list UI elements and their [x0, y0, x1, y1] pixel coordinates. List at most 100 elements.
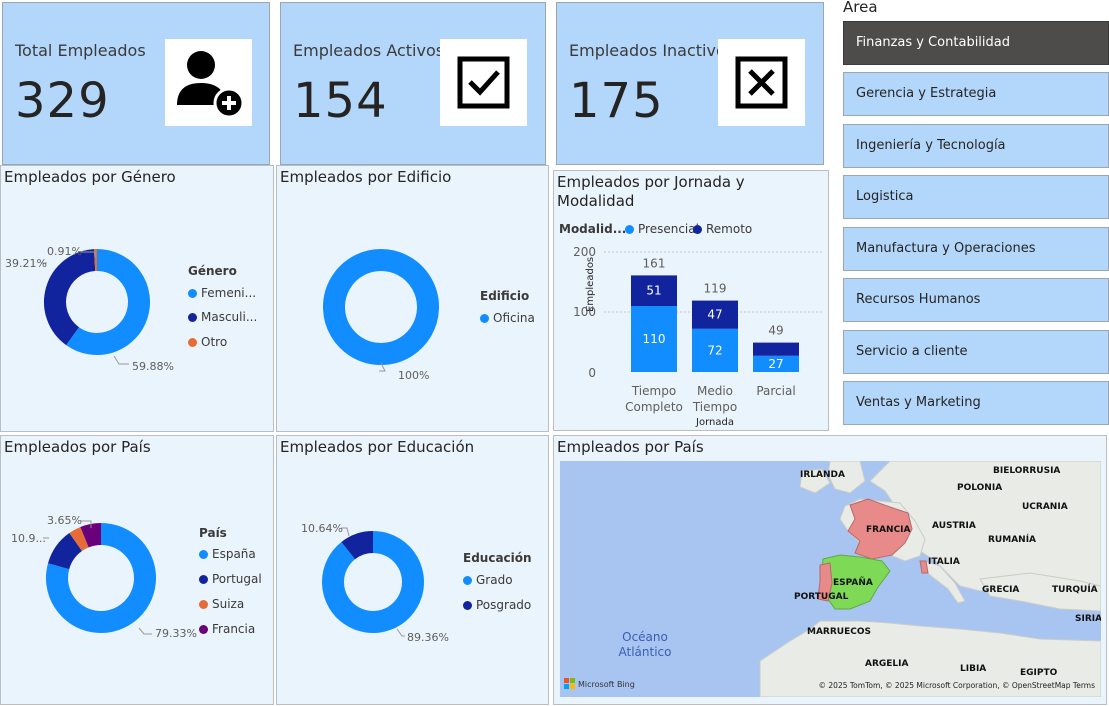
bar-label-total: 161	[643, 256, 666, 270]
panel-title: Empleados por País	[557, 438, 704, 457]
kpi-title: Empleados Activos	[293, 41, 444, 60]
area-slicer-item[interactable]: Finanzas y Contabilidad	[843, 21, 1109, 65]
area-slicer-item[interactable]: Recursos Humanos	[843, 278, 1109, 322]
legend-label: Oficina	[493, 311, 535, 325]
kpi-title: Empleados Inactivos	[569, 41, 734, 60]
map-label-bielorrusia: BIELORRUSIA	[993, 466, 1060, 476]
map-label-atlantico: Atlántico	[619, 645, 672, 659]
y-tick: 100	[573, 305, 596, 319]
map-label-ucrania: UCRANIA	[1022, 502, 1068, 512]
y-tick: 0	[588, 366, 596, 380]
donut-slice-oficina[interactable]	[334, 260, 428, 354]
map-label-oceano: Océano	[622, 630, 668, 644]
panel-genero: Empleados por Género 59.88% 39.21% 0.91%…	[0, 165, 274, 432]
donut-slice-portugal[interactable]	[59, 542, 76, 566]
legend-label: Grado	[476, 573, 513, 587]
kpi-card-inactivos: Empleados Inactivos 175	[556, 2, 824, 165]
map-label-argelia: ARGELIA	[865, 659, 909, 669]
checkbox-x-icon	[718, 39, 805, 126]
map-label-francia: FRANCIA	[866, 525, 911, 535]
map-view[interactable]: IRLANDA BIELORRUSIA POLONIA UCRANIA FRAN…	[560, 461, 1101, 697]
panel-educacion: Empleados por Educación 89.36% 10.64% Ed…	[276, 435, 549, 705]
legend-item-francia[interactable]: Francia	[199, 622, 255, 636]
map-label-marruecos: MARRUECOS	[807, 627, 871, 637]
donut-slice-masculino[interactable]	[55, 260, 95, 336]
legend-dot	[463, 601, 472, 610]
legend-label: Portugal	[212, 572, 262, 586]
bar-label-presencial: 110	[643, 332, 666, 346]
legend-title: Educación	[463, 551, 532, 565]
legend-item-oficina[interactable]: Oficina	[480, 311, 535, 325]
legend-label: Otro	[201, 335, 227, 349]
map-label-polonia: POLONIA	[957, 483, 1002, 493]
bar-label-presencial: 72	[707, 343, 722, 357]
label-grado: 89.36%	[407, 631, 449, 644]
area-slicer-item[interactable]: Logistica	[843, 175, 1109, 219]
label-espana: 79.33%	[155, 627, 197, 640]
microsoft-logo-icon	[564, 678, 575, 689]
legend-label: Francia	[212, 622, 255, 636]
panel-edificio: Empleados por Edificio 100% Edificio Ofi…	[276, 165, 549, 432]
bar-label-remoto: 51	[646, 284, 661, 298]
x-tick-medio: MedioTiempo	[692, 384, 737, 414]
kpi-value: 154	[293, 73, 388, 129]
jornada-bar-chart[interactable]: Empleados 200 100 0 1105116172471192749 …	[554, 171, 830, 432]
legend-item-masculino[interactable]: Masculi...	[188, 310, 257, 324]
legend-item-posgrado[interactable]: Posgrado	[463, 598, 531, 612]
area-slicer-item[interactable]: Manufactura y Operaciones	[843, 227, 1109, 271]
map-label-grecia: GRECIA	[982, 585, 1019, 595]
pais-donut[interactable]: 79.33% 10.9... 3.65%	[1, 436, 275, 706]
legend-item-grado[interactable]: Grado	[463, 573, 513, 587]
legend-item-espana[interactable]: España	[199, 547, 256, 561]
legend-dot	[480, 314, 489, 323]
label-oficina: 100%	[398, 369, 429, 382]
label-masculino: 39.21%	[5, 257, 47, 270]
area-slicer-item[interactable]: Ventas y Marketing	[843, 381, 1109, 425]
kpi-card-activos: Empleados Activos 154	[280, 2, 546, 165]
legend-item-otro[interactable]: Otro	[188, 335, 227, 349]
legend-title: Edificio	[480, 289, 529, 303]
legend-dot	[199, 600, 208, 609]
map-label-espana: ESPAÑA	[833, 577, 873, 588]
legend-label: España	[212, 547, 256, 561]
area-slicer-item[interactable]: Ingeniería y Tecnología	[843, 124, 1109, 168]
map-label-portugal: PORTUGAL	[794, 592, 849, 602]
donut-slice-grado[interactable]	[333, 542, 413, 622]
donut-slice-suiza[interactable]	[76, 537, 85, 542]
kpi-value: 175	[569, 73, 664, 129]
kpi-card-total: Total Empleados 329	[2, 2, 270, 165]
map-switzerland-region[interactable]	[920, 561, 928, 573]
kpi-value: 329	[15, 73, 110, 129]
legend-item-femenino[interactable]: Femeni...	[188, 286, 256, 300]
bar-label-presencial: 27	[768, 357, 783, 371]
kpi-title: Total Empleados	[15, 41, 146, 60]
legend-title: Género	[188, 264, 237, 278]
label-portugal: 10.9...	[11, 532, 46, 545]
panel-pais: Empleados por País 79.33% 10.9... 3.65% …	[0, 435, 274, 705]
legend-dot	[199, 550, 208, 559]
donut-slice-francia[interactable]	[84, 534, 101, 537]
legend-dot	[199, 625, 208, 634]
area-slicer-item[interactable]: Gerencia y Estrategia	[843, 72, 1109, 116]
legend-dot	[188, 313, 197, 322]
bar-label-total: 119	[704, 282, 727, 296]
label-otro: 0.91%	[47, 245, 82, 258]
bar-remoto[interactable]	[753, 343, 799, 356]
donut-slice-posgrado[interactable]	[348, 542, 373, 551]
area-slicer-title: Area	[843, 0, 878, 16]
legend-item-portugal[interactable]: Portugal	[199, 572, 262, 586]
educacion-donut[interactable]: 89.36% 10.64%	[277, 436, 550, 706]
map-copyright: © 2025 TomTom, © 2025 Microsoft Corporat…	[819, 681, 1096, 690]
legend-label: Suiza	[212, 597, 244, 611]
map-label-turquia: TURQUÍA	[1052, 583, 1098, 595]
legend-label: Posgrado	[476, 598, 531, 612]
panel-jornada: Empleados por Jornada y Modalidad Modali…	[553, 170, 829, 431]
map-label-austria: AUSTRIA	[932, 521, 976, 531]
area-slicer-item[interactable]: Servicio a cliente	[843, 330, 1109, 374]
legend-item-suiza[interactable]: Suiza	[199, 597, 244, 611]
legend-dot	[188, 289, 197, 298]
bar-label-remoto: 47	[707, 308, 722, 322]
label-suiza: 3.65%	[47, 514, 82, 527]
map-label-egipto: EGIPTO	[1020, 668, 1058, 678]
legend-label: Femeni...	[201, 286, 256, 300]
